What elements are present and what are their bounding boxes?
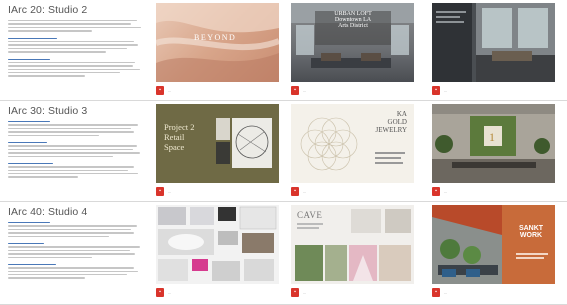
file-info: ▪ ... xyxy=(156,184,279,198)
portfolio-page: IArc 20: Studio 2 BEYOND ▪ ... URBAN LOF… xyxy=(0,0,567,305)
pdf-icon: ▪ xyxy=(156,287,164,297)
project-card[interactable]: URBAN LOFT Downtown LA Arts District ▪ .… xyxy=(291,3,414,97)
pdf-icon: ▪ xyxy=(156,85,164,95)
pdf-icon: ▪ xyxy=(432,186,440,196)
project-thumbnail[interactable]: Project 2 Retail Space xyxy=(156,104,279,183)
thumbnail-subtitle: GOLD xyxy=(387,118,407,126)
file-name[interactable]: ... xyxy=(168,189,271,194)
course-row: IArc 30: Studio 3 Project 2 Retail Space xyxy=(0,101,567,202)
pdf-icon: ▪ xyxy=(291,287,299,297)
project-card[interactable]: KA GOLD JEWELRY ▪ ... xyxy=(291,104,414,198)
pdf-icon: ▪ xyxy=(291,85,299,95)
file-info: ▪ ... xyxy=(432,83,555,97)
course-title: IArc 20: Studio 2 xyxy=(8,4,88,16)
pdf-icon: ▪ xyxy=(432,85,440,95)
svg-text:1: 1 xyxy=(489,130,495,144)
file-name[interactable]: ... xyxy=(303,290,406,295)
file-info: ▪ ... xyxy=(156,83,279,97)
project-thumbnail[interactable]: KA GOLD JEWELRY xyxy=(291,104,414,183)
file-info: ▪ ... xyxy=(291,285,414,299)
project-thumbnail[interactable]: BEYOND xyxy=(156,3,279,82)
pdf-icon: ▪ xyxy=(432,287,440,297)
file-name[interactable]: ... xyxy=(444,88,547,93)
file-info: ▪ ... xyxy=(291,184,414,198)
course-title: IArc 30: Studio 3 xyxy=(8,105,88,117)
thumbnail-title: SANKT WORK xyxy=(518,225,544,239)
project-card[interactable]: ▪ ... xyxy=(156,205,279,299)
project-card[interactable]: 1 ▪ ... xyxy=(432,104,555,198)
project-card[interactable]: Project 2 Retail Space ▪ ... xyxy=(156,104,279,198)
project-thumbnail[interactable]: CAVE xyxy=(291,205,414,284)
project-thumbnail[interactable] xyxy=(432,3,555,82)
file-name[interactable]: ... xyxy=(303,88,406,93)
course-description: IArc 40: Studio 4 xyxy=(8,206,148,298)
course-row: IArc 40: Studio 4 ▪ ... CAVE ▪ ... SANKT… xyxy=(0,202,567,305)
file-name[interactable]: ... xyxy=(444,290,547,295)
project-thumbnail[interactable] xyxy=(156,205,279,284)
project-thumbnail[interactable]: SANKT WORK xyxy=(432,205,555,284)
course-row: IArc 20: Studio 2 BEYOND ▪ ... URBAN LOF… xyxy=(0,0,567,101)
project-card[interactable]: ▪ ... xyxy=(432,3,555,97)
file-name[interactable]: ... xyxy=(168,88,271,93)
project-card[interactable]: BEYOND ▪ ... xyxy=(156,3,279,97)
thumbnail-title: BEYOND xyxy=(194,33,237,42)
project-card[interactable]: SANKT WORK ▪ ... xyxy=(432,205,555,299)
thumbnail-subtitle-2: JEWELRY xyxy=(375,126,408,134)
file-info: ▪ ... xyxy=(432,184,555,198)
file-name[interactable]: ... xyxy=(303,189,406,194)
file-info: ▪ ... xyxy=(156,285,279,299)
thumbnail-subtitle-2: Arts District xyxy=(338,23,368,29)
project-card[interactable]: CAVE ▪ ... xyxy=(291,205,414,299)
file-name[interactable]: ... xyxy=(168,290,271,295)
file-info: ▪ ... xyxy=(432,285,555,299)
course-description: IArc 20: Studio 2 xyxy=(8,4,148,96)
project-thumbnail[interactable]: URBAN LOFT Downtown LA Arts District xyxy=(291,3,414,82)
file-name[interactable]: ... xyxy=(444,189,547,194)
pdf-icon: ▪ xyxy=(156,186,164,196)
file-info: ▪ ... xyxy=(291,83,414,97)
pdf-icon: ▪ xyxy=(291,186,299,196)
course-title: IArc 40: Studio 4 xyxy=(8,206,88,218)
course-description: IArc 30: Studio 3 xyxy=(8,105,148,197)
project-thumbnail[interactable]: 1 xyxy=(432,104,555,183)
thumbnail-title: KA xyxy=(396,110,407,118)
